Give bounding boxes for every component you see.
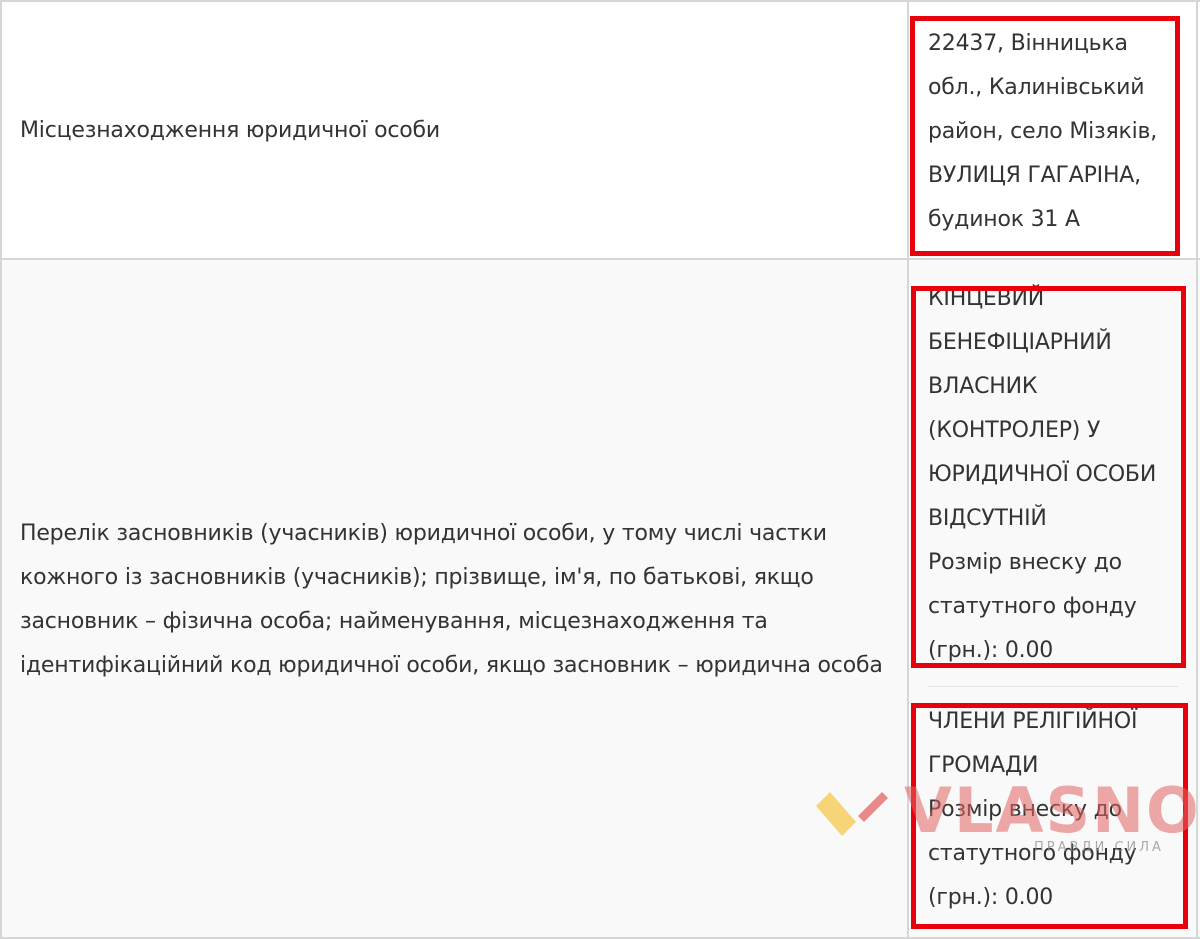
founders-label-line: ідентифікаційний код юридичної особи, як… <box>20 653 883 678</box>
location-label: Місцезнаходження юридичної особи <box>20 118 441 143</box>
row-divider <box>0 258 1200 260</box>
founders-label-line: кожного із засновників (учасників); пріз… <box>20 565 814 590</box>
founders-label-line: Перелік засновників (учасників) юридично… <box>20 521 827 546</box>
column-divider <box>907 0 909 939</box>
registry-table: Місцезнаходження юридичної особи 22437, … <box>0 0 1200 939</box>
founders-label: Перелік засновників (учасників) юридично… <box>20 512 900 688</box>
highlight-box-beneficiary <box>911 286 1186 668</box>
table-border-top <box>0 0 1200 2</box>
highlight-box-address <box>910 16 1180 256</box>
founder-separator <box>928 686 1178 687</box>
founders-label-line: засновник – фізична особа; найменування,… <box>20 609 768 634</box>
table-border-left <box>0 0 2 939</box>
highlight-box-community <box>911 703 1188 929</box>
table-border-right <box>1196 0 1198 939</box>
